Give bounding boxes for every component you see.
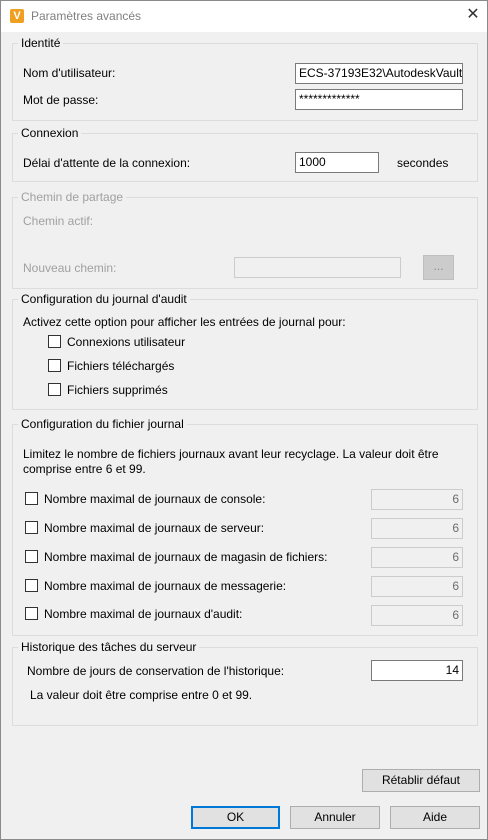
log-file-description-line1: Limitez le nombre de fichiers journaux a… — [23, 447, 439, 461]
history-days-label: Nombre de jours de conservation de l'his… — [27, 664, 285, 678]
timeout-unit: secondes — [397, 156, 449, 170]
restore-defaults-button[interactable]: Rétablir défaut — [362, 769, 480, 792]
identity-legend: Identité — [18, 36, 64, 50]
console-logs-field[interactable]: 6 — [371, 489, 463, 510]
checkbox-deleted-files[interactable] — [48, 383, 61, 396]
checkbox-filestore-logs[interactable] — [25, 550, 38, 563]
help-button[interactable]: Aide — [390, 806, 480, 829]
checkbox-user-connections[interactable] — [48, 335, 61, 348]
new-path-label: Nouveau chemin: — [23, 261, 117, 275]
username-label: Nom d'utilisateur: — [23, 66, 116, 80]
filestore-logs-label: Nombre maximal de journaux de magasin de… — [44, 550, 328, 564]
cancel-button[interactable]: Annuler — [290, 806, 380, 829]
vault-app-icon: V — [10, 9, 24, 23]
checkbox-messaging-logs[interactable] — [25, 579, 38, 592]
history-legend: Historique des tâches du serveur — [18, 640, 200, 654]
deleted-files-label: Fichiers supprimés — [67, 383, 168, 397]
timeout-field[interactable]: 1000 — [295, 152, 379, 173]
checkbox-console-logs[interactable] — [25, 492, 38, 505]
checkbox-server-logs[interactable] — [25, 521, 38, 534]
active-path-label: Chemin actif: — [23, 214, 94, 228]
advanced-settings-dialog: V Paramètres avancés ✕ Identité Nom d'ut… — [0, 0, 488, 840]
checkbox-downloaded-files[interactable] — [48, 359, 61, 372]
downloaded-files-label: Fichiers téléchargés — [67, 359, 175, 373]
share-path-legend: Chemin de partage — [18, 190, 127, 204]
audit-description: Activez cette option pour afficher les e… — [23, 315, 346, 329]
server-logs-field[interactable]: 6 — [371, 518, 463, 539]
audit-logs-label: Nombre maximal de journaux d'audit: — [44, 607, 243, 621]
password-label: Mot de passe: — [23, 93, 99, 107]
username-field[interactable]: ECS-37193E32\AutodeskVault — [295, 63, 463, 84]
server-logs-label: Nombre maximal de journaux de serveur: — [44, 521, 265, 535]
checkbox-audit-logs[interactable] — [25, 607, 38, 620]
history-hint: La valeur doit être comprise entre 0 et … — [30, 688, 253, 702]
close-icon[interactable]: ✕ — [463, 5, 483, 25]
messaging-logs-field[interactable]: 6 — [371, 576, 463, 597]
audit-logs-field[interactable]: 6 — [371, 605, 463, 626]
history-group — [12, 647, 478, 726]
ok-button[interactable]: OK — [191, 806, 280, 829]
log-file-description-line2: comprise entre 6 et 99. — [23, 462, 146, 476]
audit-legend: Configuration du journal d'audit — [18, 292, 190, 306]
window-title: Paramètres avancés — [31, 9, 142, 23]
history-days-field[interactable]: 14 — [371, 660, 463, 681]
connection-legend: Connexion — [18, 126, 82, 140]
console-logs-label: Nombre maximal de journaux de console: — [44, 492, 266, 506]
new-path-field[interactable] — [234, 257, 401, 278]
filestore-logs-field[interactable]: 6 — [371, 547, 463, 568]
title-bar: V Paramètres avancés ✕ — [1, 1, 487, 32]
browse-button[interactable]: ... — [423, 255, 454, 280]
timeout-label: Délai d'attente de la connexion: — [23, 156, 191, 170]
messaging-logs-label: Nombre maximal de journaux de messagerie… — [44, 579, 287, 593]
log-file-legend: Configuration du fichier journal — [18, 417, 187, 431]
password-field[interactable]: ************* — [295, 89, 463, 110]
user-connections-label: Connexions utilisateur — [67, 335, 186, 349]
